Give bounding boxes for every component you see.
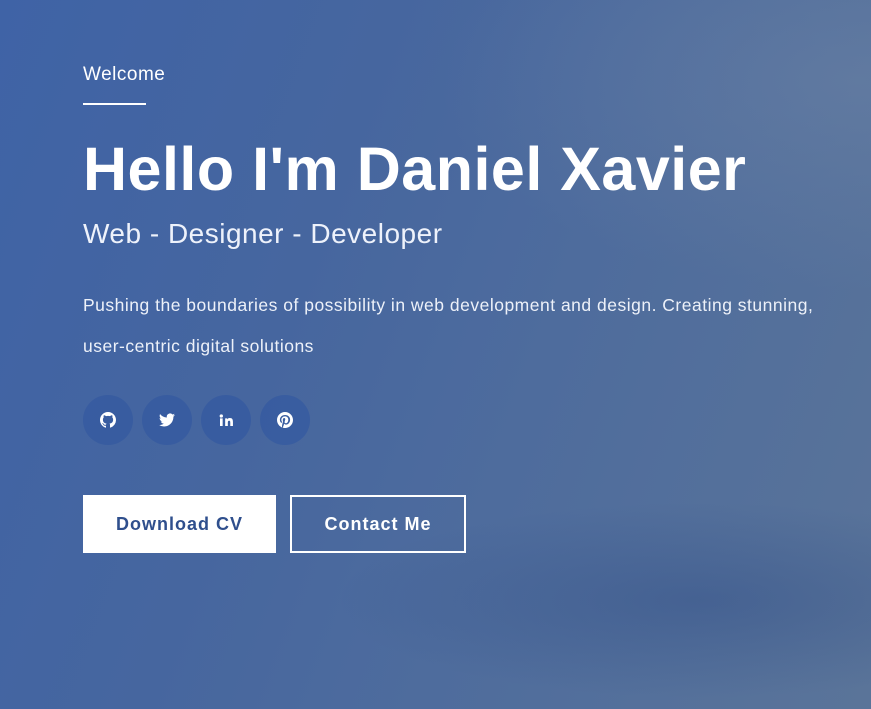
hero-description: Pushing the boundaries of possibility in… <box>83 295 814 356</box>
linkedin-link[interactable] <box>201 395 251 445</box>
contact-me-button[interactable]: Contact Me <box>290 495 466 553</box>
social-links <box>83 395 310 445</box>
welcome-underline <box>83 103 146 105</box>
twitter-link[interactable] <box>142 395 192 445</box>
download-cv-button[interactable]: Download CV <box>83 495 276 553</box>
pinterest-icon <box>277 412 293 428</box>
hero-title: Hello I'm Daniel Xavier <box>83 135 747 203</box>
github-icon <box>100 412 116 428</box>
twitter-icon <box>159 412 175 428</box>
welcome-label: Welcome <box>83 64 166 85</box>
linkedin-icon <box>218 412 234 428</box>
pinterest-link[interactable] <box>260 395 310 445</box>
hero-subtitle: Web - Designer - Developer <box>83 218 443 249</box>
github-link[interactable] <box>83 395 133 445</box>
